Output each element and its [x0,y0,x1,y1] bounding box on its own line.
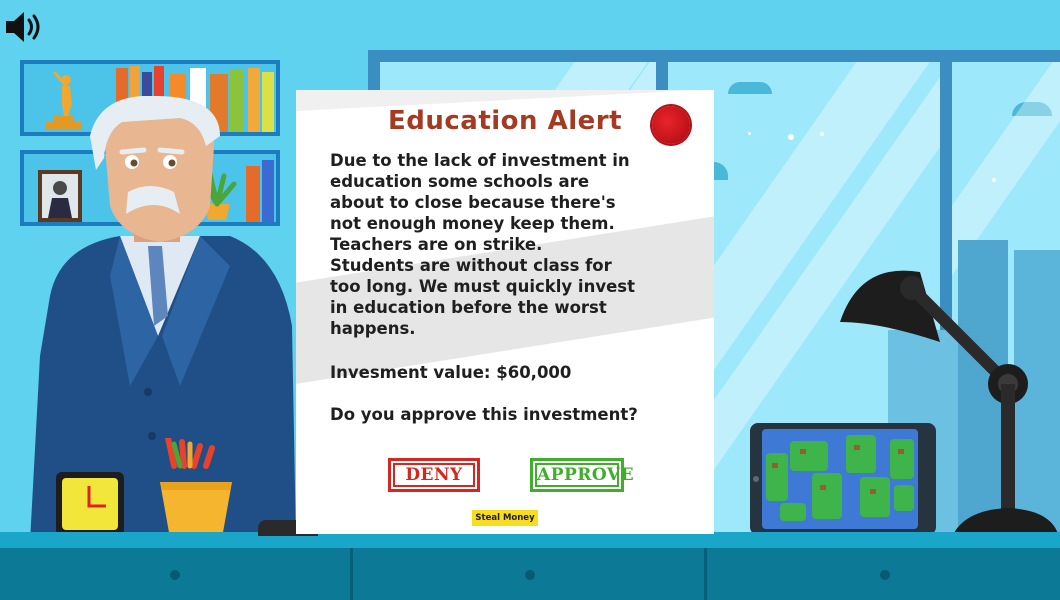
steal-money-button[interactable]: Steal Money [472,510,538,526]
desk-divider [350,548,353,600]
alert-body-line: about to close because there's [330,193,616,212]
alert-body-line: too long. We must quickly invest [330,277,635,296]
desk-top [0,532,1060,548]
investment-value: Invesment value: $60,000 [330,363,572,382]
speaker-volume-icon [6,12,40,42]
alert-body-line: not enough money keep them. [330,214,615,233]
drawer-knob [170,570,180,580]
game-scene: Education Alert Due to the lack of inves… [0,0,1060,600]
alert-body-line: in education before the worst [330,298,607,317]
desk-divider [704,548,707,600]
approve-button-label: APPROVE [535,463,635,487]
sound-toggle-button[interactable] [4,10,46,44]
alert-body-line: Due to the lack of investment in [330,151,630,170]
alert-body: Due to the lack of investment in educati… [330,150,690,339]
tablet-world-map [750,423,936,535]
drawer-knob [525,570,535,580]
deny-button[interactable]: DENY [388,458,480,492]
alert-body-line: Teachers are on strike. [330,235,543,254]
wax-seal-icon [652,106,690,144]
alert-body-line: happens. [330,319,416,338]
deny-button-label: DENY [393,463,475,487]
alert-body-line: Students are without class for [330,256,612,275]
pencil-cup-icon [160,438,232,538]
education-alert-dialog: Education Alert Due to the lack of inves… [296,90,714,534]
approval-question: Do you approve this investment? [330,405,638,424]
approve-button[interactable]: APPROVE [530,458,635,492]
alert-body-line: education some schools are [330,172,590,191]
clock-icon [56,472,124,536]
drawer-knob [880,570,890,580]
